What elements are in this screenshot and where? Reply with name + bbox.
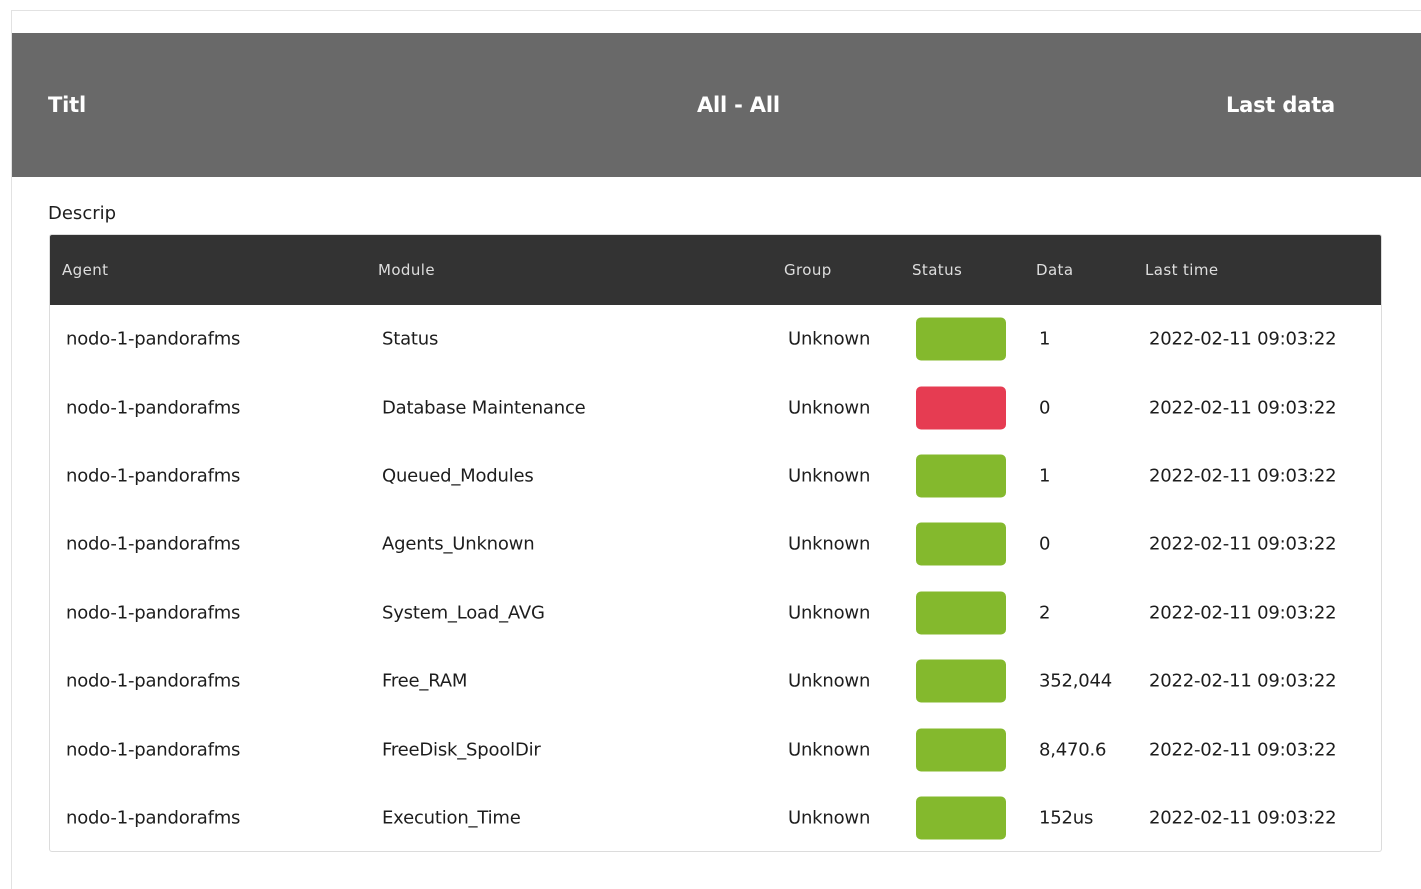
column-header-group: Group: [784, 261, 832, 279]
table-row: nodo-1-pandorafms Free_RAM Unknown 352,044 2…: [50, 647, 1381, 715]
table-header: Agent Module Group Status Data Last time: [50, 235, 1381, 305]
status-indicator: [916, 796, 1006, 840]
group-cell: Unknown: [788, 328, 871, 350]
data-cell: 0: [1039, 397, 1051, 419]
group-cell: Unknown: [788, 807, 871, 829]
table-row: nodo-1-pandorafms System_Load_AVG Unknown 2…: [50, 579, 1381, 647]
report-header: Titl All - All Last data: [12, 33, 1421, 177]
module-cell: Execution_Time: [382, 807, 521, 829]
table-row: nodo-1-pandorafms FreeDisk_SpoolDir Unknow…: [50, 715, 1381, 783]
column-header-agent: Agent: [62, 261, 109, 279]
status-indicator: [916, 728, 1006, 772]
data-cell: 0: [1039, 533, 1051, 555]
agent-cell: nodo-1-pandorafms: [66, 739, 241, 761]
agent-cell: nodo-1-pandorafms: [66, 533, 241, 555]
module-cell: Status: [382, 328, 439, 350]
column-header-module: Module: [378, 261, 435, 279]
data-cell: 8,470.6: [1039, 739, 1107, 761]
data-cell: 1: [1039, 328, 1051, 350]
report-description: Descrip: [48, 203, 117, 224]
group-cell: Unknown: [788, 397, 871, 419]
report-page: Titl All - All Last data Descrip Agent M…: [0, 0, 1421, 889]
status-indicator: [916, 454, 1006, 498]
report-title: Titl: [48, 93, 86, 117]
agent-cell: nodo-1-pandorafms: [66, 602, 241, 624]
agent-cell: nodo-1-pandorafms: [66, 397, 241, 419]
module-cell: Free_RAM: [382, 670, 468, 692]
table-row: nodo-1-pandorafms Execution_Time Unknown 15…: [50, 784, 1381, 851]
last-time-cell: 2022-02-11 09:03:22: [1149, 602, 1337, 624]
last-time-cell: 2022-02-11 09:03:22: [1149, 397, 1337, 419]
last-time-cell: 2022-02-11 09:03:22: [1149, 465, 1337, 487]
data-cell: 152us: [1039, 807, 1094, 829]
column-header-last-time: Last time: [1145, 261, 1219, 279]
agent-cell: nodo-1-pandorafms: [66, 465, 241, 487]
table-row: nodo-1-pandorafms Database Maintenance Unk…: [50, 373, 1381, 441]
group-cell: Unknown: [788, 739, 871, 761]
last-time-cell: 2022-02-11 09:03:22: [1149, 533, 1337, 555]
data-cell: 352,044: [1039, 670, 1113, 692]
group-cell: Unknown: [788, 465, 871, 487]
status-indicator: [916, 591, 1006, 635]
report-group-filter: All - All: [697, 93, 780, 117]
table-body: nodo-1-pandorafms Status Unknown 1 2022-02-1…: [50, 305, 1381, 851]
table-row: nodo-1-pandorafms Queued_Modules Unknown 1 2…: [50, 442, 1381, 510]
last-data-table: Agent Module Group Status Data Last time…: [49, 234, 1382, 852]
status-indicator: [916, 522, 1006, 566]
data-cell: 1: [1039, 465, 1051, 487]
status-indicator: [916, 317, 1006, 361]
module-cell: Database Maintenance: [382, 397, 586, 419]
column-header-status: Status: [912, 261, 963, 279]
last-time-cell: 2022-02-11 09:03:22: [1149, 807, 1337, 829]
group-cell: Unknown: [788, 670, 871, 692]
last-time-cell: 2022-02-11 09:03:22: [1149, 739, 1337, 761]
status-indicator: [916, 386, 1006, 430]
report-type-label: Last data: [1225, 93, 1335, 117]
divider: [11, 10, 1421, 11]
module-cell: Queued_Modules: [382, 465, 534, 487]
group-cell: Unknown: [788, 533, 871, 555]
group-cell: Unknown: [788, 602, 871, 624]
module-cell: System_Load_AVG: [382, 602, 545, 624]
agent-cell: nodo-1-pandorafms: [66, 807, 241, 829]
module-cell: Agents_Unknown: [382, 533, 535, 555]
module-cell: FreeDisk_SpoolDir: [382, 739, 541, 761]
table-row: nodo-1-pandorafms Status Unknown 1 2022-02-1…: [50, 305, 1381, 373]
column-header-data: Data: [1036, 261, 1074, 279]
last-time-cell: 2022-02-11 09:03:22: [1149, 328, 1337, 350]
agent-cell: nodo-1-pandorafms: [66, 670, 241, 692]
agent-cell: nodo-1-pandorafms: [66, 328, 241, 350]
last-time-cell: 2022-02-11 09:03:22: [1149, 670, 1337, 692]
data-cell: 2: [1039, 602, 1051, 624]
table-row: nodo-1-pandorafms Agents_Unknown Unknown 0 2…: [50, 510, 1381, 578]
status-indicator: [916, 659, 1006, 703]
